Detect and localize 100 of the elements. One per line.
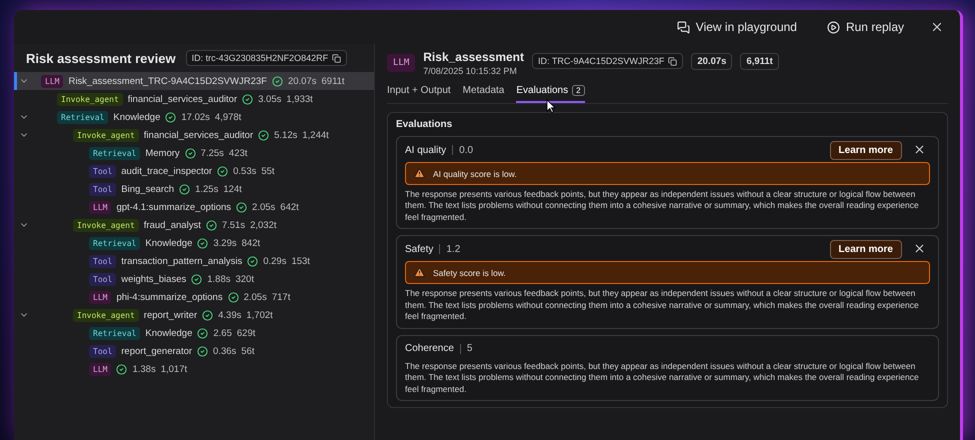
run-replay-button[interactable]: Run replay: [822, 18, 908, 36]
close-button[interactable]: [913, 143, 926, 156]
span-name: financial_services_auditor: [144, 130, 254, 140]
trace-tree-row[interactable]: Tool audit_trace_inspector 0.53s 55t: [14, 162, 374, 180]
span-duration: 0.36s: [213, 346, 236, 356]
trace-tree-row[interactable]: Retrieval Knowledge 3.29s 842t: [14, 234, 374, 252]
section-title: Evaluations: [396, 119, 454, 130]
warning-icon: [414, 267, 425, 278]
evaluation-description: The response presents various feedback points, but they appear as independent issues without a clear structure or logical flow between them. The text lists problems without connecting them into a cohesive narrative or summary, which makes the overall reading experience feel fragmented.: [405, 189, 920, 224]
span-title: Risk_assessment: [423, 50, 524, 64]
copy-icon[interactable]: [332, 54, 342, 62]
evaluation-name: Safety: [405, 244, 434, 255]
trace-tree-row[interactable]: LLM gpt-4.1:summarize_options 2.05s 642t: [14, 198, 374, 216]
span-duration: 7.25s: [200, 148, 224, 158]
span-duration: 4.39s: [218, 310, 242, 320]
span-name: report_generator: [121, 346, 192, 356]
mouse-pointer-icon: [546, 99, 556, 113]
span-duration: 20.07s: [288, 76, 316, 86]
span-type-tag: Invoke_agent: [73, 308, 139, 322]
span-name: Bing_search: [121, 184, 174, 194]
span-duration: 5.12s: [274, 130, 298, 140]
span-type-tag: LLM: [89, 200, 112, 214]
span-type-tag: Retrieval: [57, 110, 108, 124]
span-duration: 1.38s: [132, 364, 156, 374]
trace-tree-row[interactable]: Retrieval Knowledge 17.02s 4,978t: [14, 108, 374, 126]
copy-icon[interactable]: [668, 56, 678, 66]
evaluation-description: The response presents various feedback points, but they appear as independent issues without a clear structure or logical flow between them. The text lists problems without connecting them into a cohesive narrative or summary, which makes the overall reading experience feel fragmented.: [405, 360, 920, 396]
learn-more-button[interactable]: Learn more: [830, 240, 902, 260]
span-tokens: 423t: [228, 148, 248, 158]
alert-message: Safety score is low.: [433, 268, 506, 278]
span-name: gpt-4.1:summarize_options: [116, 202, 232, 212]
evaluation-score: 0.0: [459, 144, 474, 156]
trace-tree-row[interactable]: LLM 1.38s 1,017t: [14, 360, 374, 378]
trace-tree-row[interactable]: Invoke_agent report_writer 4.39s 1,702t: [14, 306, 374, 324]
span-duration: 0.53s: [233, 166, 256, 176]
play-icon: [826, 20, 840, 34]
span-tokens: 320t: [235, 274, 254, 284]
trace-id-chip: ID: trc-43G230835H2NF2O842RF: [186, 50, 348, 66]
span-type-tag: Tool: [89, 182, 116, 196]
span-duration: 7.51s: [222, 220, 246, 230]
trace-tree-row[interactable]: Invoke_agent financial_services_auditor 5.12s 1,244t: [14, 126, 374, 144]
trace-tree-row[interactable]: LLM Risk_assessment_TRC-9A4C15D2SVWJR23F 20.07s 6911t: [14, 72, 374, 90]
span-tokens: 2,032t: [250, 220, 277, 230]
span-type-tag: Retrieval: [89, 326, 140, 340]
span-tokens: 1,702t: [246, 310, 273, 320]
span-duration: 0.29s: [263, 256, 286, 266]
playground-button[interactable]: View in playground: [672, 18, 801, 36]
close-button[interactable]: [913, 242, 926, 256]
evaluation-name: Coherence: [405, 343, 454, 354]
span-type-tag: Tool: [89, 164, 116, 178]
trace-tree-row[interactable]: Tool Bing_search 1.25s 124t: [14, 180, 374, 198]
span-type-tag: Retrieval: [89, 146, 140, 160]
metric-chip: 6,911t: [740, 53, 779, 70]
trace-tree-row[interactable]: Tool report_generator 0.36s 56t: [14, 342, 374, 360]
span-tokens: 56t: [241, 346, 255, 356]
trace-tree-row[interactable]: Tool transaction_pattern_analysis 0.29s 153t: [14, 252, 374, 270]
span-name: Memory: [145, 148, 180, 158]
span-type-tag: LLM: [387, 54, 416, 72]
span-tokens: 4,978t: [214, 112, 242, 122]
trace-tree-row[interactable]: Invoke_agent financial_services_auditor 3.05s 1,933t: [14, 90, 374, 108]
span-name: Knowledge: [145, 328, 192, 338]
span-name: report_writer: [144, 310, 198, 320]
span-type-tag: LLM: [89, 362, 112, 376]
span-name: Knowledge: [113, 112, 160, 122]
close-button[interactable]: [930, 20, 944, 34]
span-name: audit_trace_inspector: [121, 166, 212, 176]
span-name: financial_services_auditor: [128, 94, 238, 104]
metric-chip: 20.07s: [691, 53, 732, 70]
trace-tree-row[interactable]: Tool weights_biases 1.88s 320t: [14, 270, 374, 288]
span-tokens: 6911t: [322, 76, 345, 86]
span-tokens: 124t: [223, 184, 242, 194]
span-name: Risk_assessment_TRC-9A4C15D2SVWJR23F: [68, 76, 267, 86]
span-duration: 3.05s: [258, 94, 282, 104]
span-tokens: 629t: [236, 328, 256, 338]
span-tokens: 1,244t: [302, 130, 329, 140]
span-type-tag: Retrieval: [89, 236, 140, 250]
span-tokens: 1,933t: [286, 94, 313, 104]
span-tokens: 642t: [280, 202, 299, 212]
trace-title: Risk assessment review: [26, 50, 176, 66]
trace-tree-row[interactable]: Invoke_agent fraud_analyst 7.51s 2,032t: [14, 216, 374, 234]
trace-tree-row[interactable]: Retrieval Knowledge 2.65 629t: [14, 324, 374, 342]
span-duration: 2.65: [213, 328, 232, 338]
span-tokens: 1,017t: [160, 364, 188, 374]
span-duration: 2.05s: [244, 292, 267, 302]
learn-more-button[interactable]: Learn more: [830, 141, 902, 160]
evaluation-score: 5: [466, 343, 472, 354]
alert-message: AI quality score is low.: [433, 168, 517, 178]
detail-tab[interactable]: Input + Output: [387, 82, 451, 103]
trace-tree-row[interactable]: Retrieval Memory 7.25s 423t: [14, 144, 374, 162]
trace-tree-row[interactable]: LLM phi-4:summarize_options 2.05s 717t: [14, 288, 374, 306]
span-duration: 17.02s: [181, 112, 210, 122]
warning-icon: [414, 168, 425, 179]
span-type-tag: Tool: [89, 344, 116, 358]
span-timestamp: 7/08/2025 10:15:32 PM: [423, 66, 518, 76]
detail-tab[interactable]: Metadata: [462, 82, 504, 103]
span-duration: 1.88s: [207, 274, 230, 284]
span-duration: 1.25s: [195, 184, 218, 194]
span-type-tag: Tool: [89, 272, 116, 286]
chat-icon: [676, 20, 690, 34]
span-id-chip: ID: TRC-9A4C15D2SVWJR23F: [532, 53, 684, 69]
